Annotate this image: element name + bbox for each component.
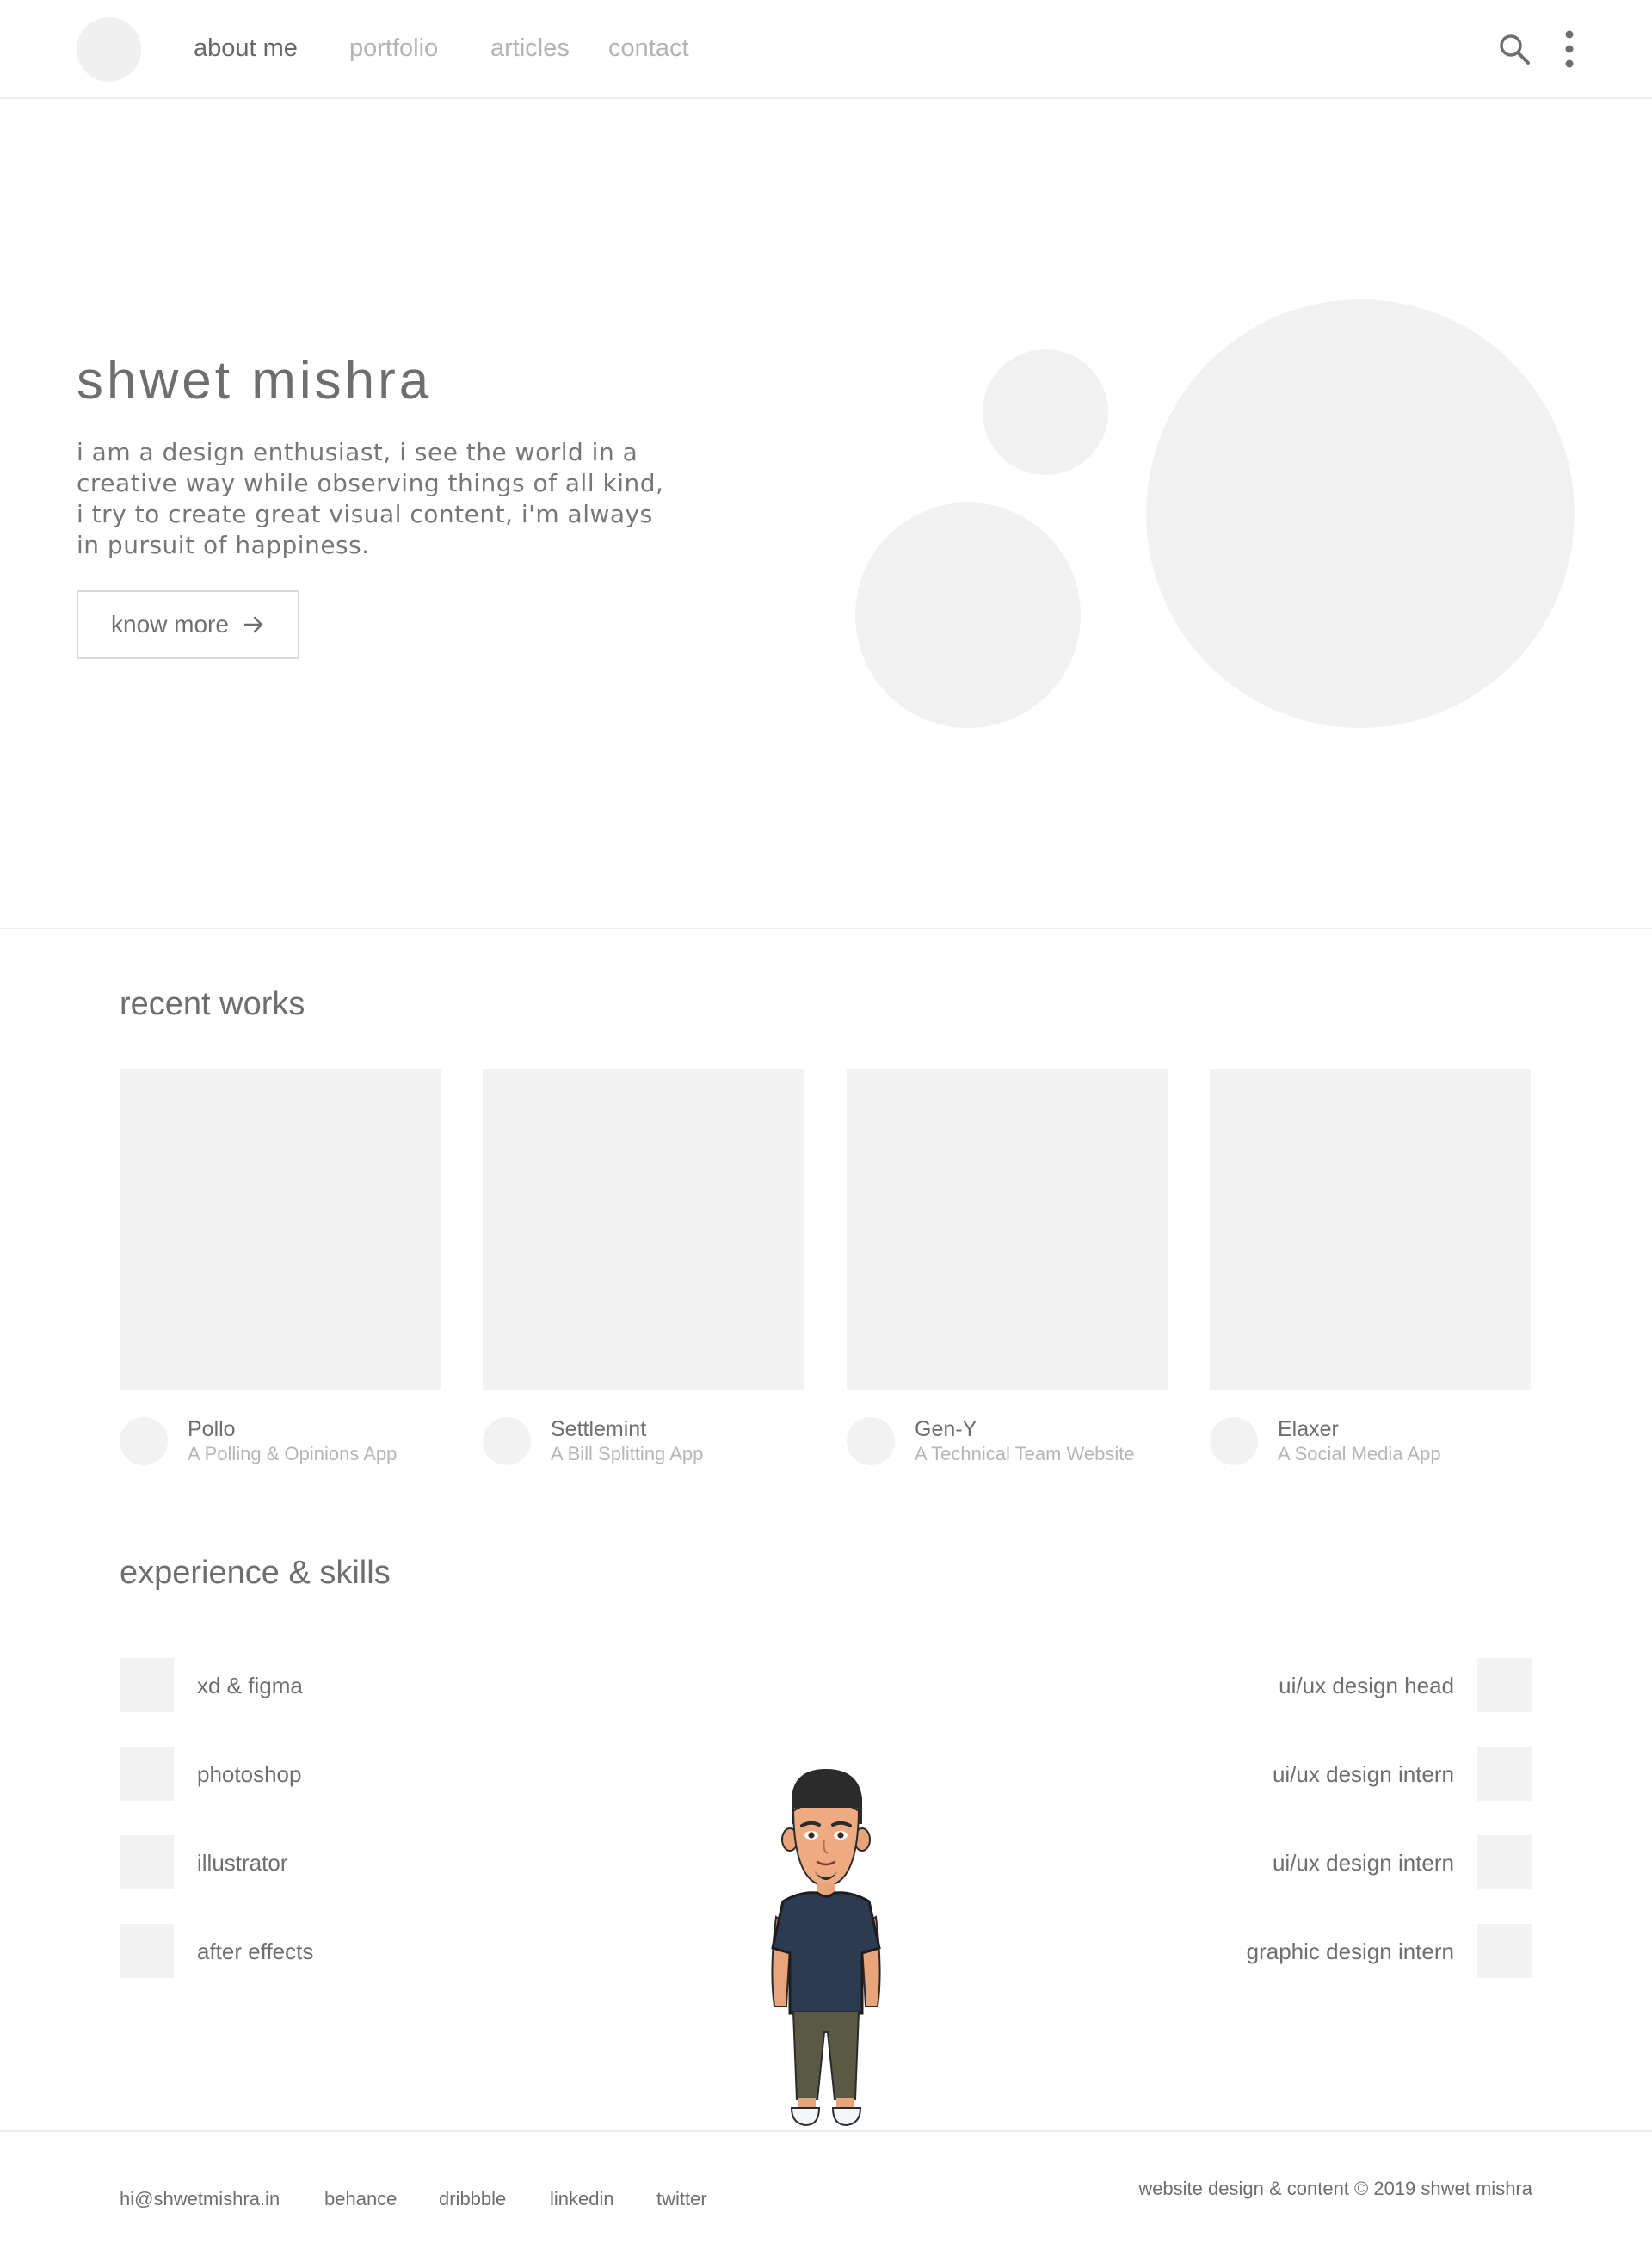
work-card-settlemint[interactable]: Settlemint A Bill Splitting App [483,1069,804,1478]
hero-title: shwet mishra [77,351,433,410]
nav-portfolio[interactable]: portfolio [349,33,438,64]
work-subtitle: A Social Media App [1278,1443,1441,1464]
logo[interactable] [77,17,141,82]
role-label: ui/ux design head [1279,1673,1454,1698]
skill-icon-placeholder [120,1658,174,1712]
experience-skills-title: experience & skills [120,1555,391,1591]
work-logo [1210,1417,1258,1465]
skill-label: xd & figma [197,1673,303,1698]
skill-label: illustrator [197,1850,288,1876]
skill-icon-placeholder [120,1924,174,1978]
work-name: Pollo [188,1417,236,1441]
skill-label: after effects [197,1938,314,1964]
know-more-label: know more [111,611,229,638]
work-logo [847,1417,895,1465]
role-icon-placeholder [1477,1747,1532,1801]
role-label: ui/ux design intern [1272,1850,1454,1876]
cartoon-avatar-illustration [771,1769,881,2127]
nav-about-me[interactable]: about me [194,33,298,64]
top-nav-bar: about me portfolio articles contact [0,0,1652,99]
role-icon-placeholder [1477,1924,1532,1978]
skill-icon-placeholder [120,1747,174,1801]
work-thumbnail[interactable] [483,1069,804,1390]
footer-divider [0,2130,1652,2132]
work-card-elaxer[interactable]: Elaxer A Social Media App [1210,1069,1531,1478]
hero-decor-circle-medium [855,502,1081,728]
footer-email-link[interactable]: hi@shwetmishra.in [120,2187,280,2211]
work-name: Elaxer [1278,1417,1339,1441]
nav-contact[interactable]: contact [608,33,689,64]
arrow-right-icon [243,616,263,633]
footer-behance-link[interactable]: behance [324,2187,397,2211]
hero-description: i am a design enthusiast, i see the worl… [77,438,664,559]
work-thumbnail[interactable] [847,1069,1168,1390]
footer-twitter-link[interactable]: twitter [656,2187,707,2211]
copyright-text: website design & content © 2019 shwet mi… [1138,2178,1532,2199]
footer-dribbble-link[interactable]: dribbble [439,2187,506,2211]
hero-image-placeholder [1146,299,1575,728]
work-card-pollo[interactable]: Pollo A Polling & Opinions App [120,1069,441,1478]
footer-linkedin-link[interactable]: linkedin [550,2187,614,2211]
work-name: Settlemint [551,1417,647,1441]
recent-works-title: recent works [120,986,305,1022]
know-more-button[interactable]: know more [77,590,299,659]
role-icon-placeholder [1477,1835,1532,1889]
work-logo [120,1417,168,1465]
more-vertical-icon[interactable] [1559,28,1580,70]
skill-label: photoshop [197,1761,302,1787]
role-label: graphic design intern [1246,1938,1454,1964]
work-thumbnail[interactable] [1210,1069,1531,1390]
role-label: ui/ux design intern [1272,1761,1454,1787]
work-subtitle: A Technical Team Website [915,1443,1135,1464]
work-card-gen-y[interactable]: Gen-Y A Technical Team Website [847,1069,1168,1478]
section-divider [0,928,1652,929]
work-subtitle: A Bill Splitting App [551,1443,704,1464]
work-name: Gen-Y [915,1417,977,1441]
search-icon[interactable] [1497,32,1532,66]
nav-articles[interactable]: articles [490,33,570,64]
work-subtitle: A Polling & Opinions App [188,1443,398,1464]
work-logo [483,1417,531,1465]
role-icon-placeholder [1477,1658,1532,1712]
work-thumbnail[interactable] [120,1069,441,1390]
hero-decor-circle-small [983,349,1108,475]
skill-icon-placeholder [120,1835,174,1889]
